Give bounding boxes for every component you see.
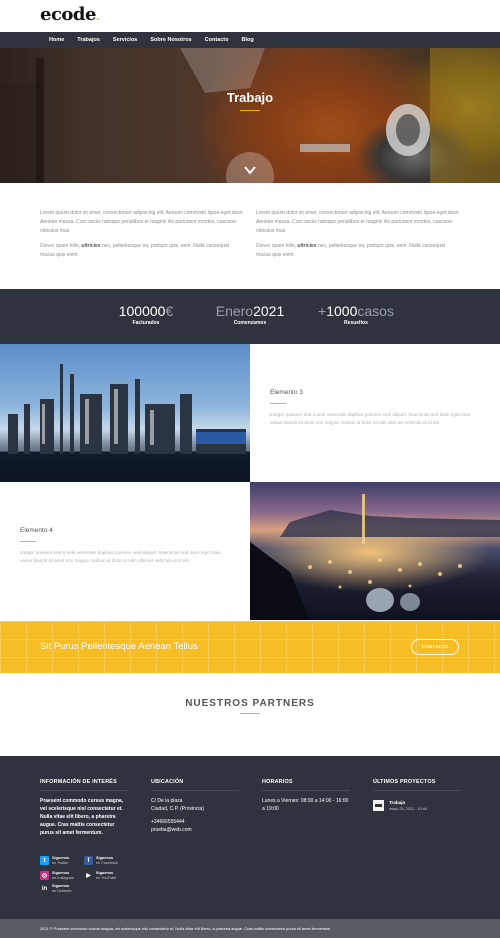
footer-location-column: UBICACIÓN C/ De la plaza Ciudad, C.P. (P… <box>151 779 239 834</box>
twitter-icon: t <box>40 856 49 865</box>
social-instagram[interactable]: ◎ Síguenos en Instagram <box>40 871 74 880</box>
main-nav: Home Trabajos Servicios Sobre Nosotros C… <box>0 32 500 48</box>
nav-item-contacto[interactable]: Contacto <box>205 37 229 43</box>
social-youtube[interactable]: ▶ Síguenos en YouTube <box>84 871 116 880</box>
instagram-icon: ◎ <box>40 871 49 880</box>
linkedin-icon: in <box>40 884 49 893</box>
footer-info-body: Praesent commodo cursus magna, vel scele… <box>40 798 124 836</box>
refinery-night-image <box>250 482 500 620</box>
cta-text: Sit Purus Pellentesque Aenean Tellus <box>40 641 198 652</box>
partners-title: NUESTROS PARTNERS <box>185 698 315 709</box>
factory-image <box>0 344 250 482</box>
feature-title: Elemento 3 <box>270 389 303 396</box>
address-line: Ciudad, C.P. (Provincia) <box>151 806 204 812</box>
cta-banner: Sit Purus Pellentesque Aenean Tellus CON… <box>0 621 500 673</box>
hero-title: Trabajo <box>226 90 274 105</box>
feature-card-4: Elemento 4 Integer posuere erat a ante v… <box>0 482 250 620</box>
footer-projects-title: ÚLTIMOS PROYECTOS <box>373 779 461 791</box>
footer-location-title: UBICACIÓN <box>151 779 239 791</box>
feature-title: Elemento 4 <box>20 527 53 534</box>
intro-paragraph: Lorem ipsum dolor sit amet, consectetuer… <box>40 210 245 234</box>
social-linkedin[interactable]: in Síguenos en LinkedIn <box>40 884 72 893</box>
stat-resueltos: +1000casos Resueltos <box>318 303 394 326</box>
intro-paragraph: Donec quam felis, ultricies nec, pellent… <box>40 243 230 258</box>
copyright-text: 2021 © Praesent commodo cursus magna, ve… <box>40 926 332 931</box>
feature-card-3: Elemento 3 Integer posuere erat a ante v… <box>250 344 500 482</box>
social-facebook[interactable]: f Síguenos en Facebook <box>84 856 118 865</box>
feature-body: Integer posuere erat a ante venenatis da… <box>20 550 221 563</box>
address-line: C/ De la plaza <box>151 798 183 804</box>
intro-column-left: Lorem ipsum dolor sit amet, consectetuer… <box>40 209 244 289</box>
feature-row: Elemento 3 Integer posuere erat a ante v… <box>0 344 500 482</box>
stats-bar: 100000€ Facturados Enero2021 Comenzamos … <box>0 289 500 344</box>
contact-button[interactable]: CONTACTO <box>411 639 459 655</box>
project-date: mayo 25, 2021 - 10:44 <box>389 807 427 811</box>
project-thumbnail[interactable] <box>373 800 384 811</box>
copyright-bar: 2021 © Praesent commodo cursus magna, ve… <box>0 919 500 938</box>
feature-title-underline <box>270 403 286 404</box>
footer-hours-column: HORARIOS Lunes a Viernes: 08:00 a 14:00 … <box>262 779 350 813</box>
footer-hours-title: HORARIOS <box>262 779 350 791</box>
site-logo[interactable]: ecode. <box>40 4 99 25</box>
chevron-down-icon <box>244 166 256 175</box>
stat-facturados: 100000€ Facturados <box>118 303 174 326</box>
stat-comenzamos: Enero2021 Comenzamos <box>215 303 285 326</box>
email-link[interactable]: prueba@web.com <box>151 826 239 834</box>
intro-column-right: Lorem ipsum dolor sit amet, consectetuer… <box>256 209 460 289</box>
phone-link[interactable]: +34666555444 <box>151 818 239 826</box>
nav-item-home[interactable]: Home <box>49 37 64 43</box>
project-title-link[interactable]: Trabajo <box>389 800 405 805</box>
partners-title-underline <box>240 713 260 714</box>
feature-body: Integer posuere erat a ante venenatis da… <box>270 412 471 425</box>
intro-paragraph: Lorem ipsum dolor sit amet, consectetuer… <box>256 210 461 234</box>
site-header: ecode. <box>0 0 500 32</box>
feature-row: Elemento 4 Integer posuere erat a ante v… <box>0 482 500 620</box>
feature-title-underline <box>20 541 36 542</box>
footer-info-title: INFORMACIÓN DE INTERÉS <box>40 779 128 791</box>
partners-section: NUESTROS PARTNERS <box>0 673 500 756</box>
youtube-icon: ▶ <box>84 871 93 880</box>
facebook-icon: f <box>84 856 93 865</box>
nav-item-trabajos[interactable]: Trabajos <box>77 37 100 43</box>
hero-title-underline <box>240 110 260 111</box>
footer-projects-column: ÚLTIMOS PROYECTOS <box>373 779 461 791</box>
intro-paragraph: Donec quam felis, ultricies nec, pellent… <box>256 243 446 258</box>
nav-item-servicios[interactable]: Servicios <box>113 37 137 43</box>
nav-item-blog[interactable]: Blog <box>241 37 253 43</box>
site-footer: INFORMACIÓN DE INTERÉS Praesent commodo … <box>0 756 500 919</box>
nav-item-sobre-nosotros[interactable]: Sobre Nosotros <box>150 37 191 43</box>
footer-info-column: INFORMACIÓN DE INTERÉS Praesent commodo … <box>40 779 128 837</box>
social-twitter[interactable]: t Síguenos en Twitter <box>40 856 69 865</box>
footer-hours-body: Lunes a Viernes: 08:00 a 14:00 - 16:00 a… <box>262 798 349 812</box>
